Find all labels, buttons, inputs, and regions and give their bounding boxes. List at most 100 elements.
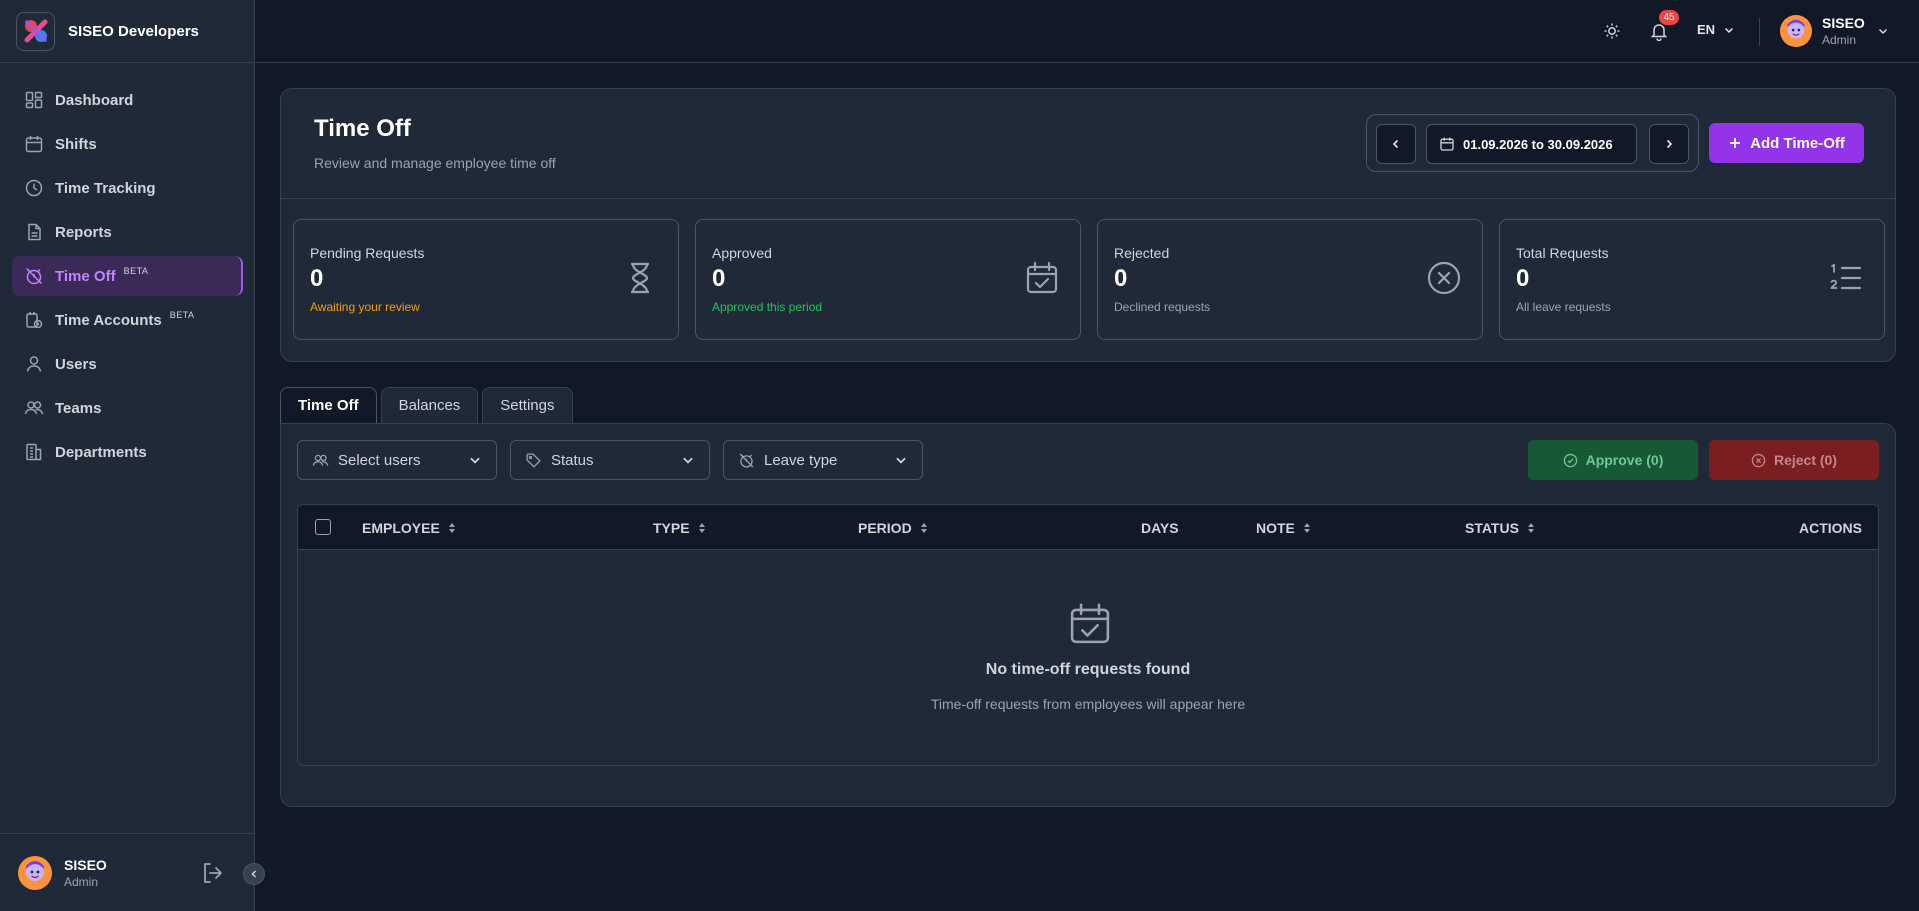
time-accounts-icon	[24, 310, 44, 330]
status-filter-dropdown[interactable]: Status	[510, 440, 710, 480]
approve-button[interactable]: Approve (0)	[1528, 440, 1698, 480]
date-range-label: 01.09.2026 to 30.09.2026	[1463, 136, 1613, 152]
chevron-down-icon	[1878, 28, 1887, 35]
dashboard-icon	[24, 90, 44, 110]
stat-label: Total Requests	[1516, 245, 1609, 261]
empty-state-subtitle: Time-off requests from employees will ap…	[930, 696, 1246, 712]
chevron-left-icon	[251, 870, 257, 878]
calendar-icon	[24, 134, 44, 154]
empty-state-title: No time-off requests found	[985, 661, 1191, 678]
sidebar-item-label: Departments	[55, 443, 147, 461]
time-off-icon	[24, 266, 44, 286]
column-label: PERIOD	[858, 520, 912, 536]
tab-time-off[interactable]: Time Off	[280, 387, 377, 423]
sidebar: SISEO Developers Dashboard Shifts Time T…	[0, 0, 265, 911]
reject-button[interactable]: Reject (0)	[1709, 440, 1879, 480]
chevron-down-icon	[1725, 27, 1734, 33]
beta-badge: BETA	[169, 310, 195, 320]
sort-icon	[1527, 523, 1534, 533]
sidebar-item-departments[interactable]: Departments	[12, 432, 243, 472]
sidebar-item-reports[interactable]: Reports	[12, 212, 243, 252]
select-all-checkbox[interactable]	[315, 519, 331, 535]
column-label: ACTIONS	[1799, 520, 1862, 536]
date-range-button[interactable]: 01.09.2026 to 30.09.2026	[1426, 124, 1637, 164]
chevron-right-icon	[1666, 139, 1673, 149]
sidebar-item-dashboard[interactable]: Dashboard	[12, 80, 243, 120]
clock-icon	[24, 178, 44, 198]
collapse-sidebar-button[interactable]	[243, 863, 265, 885]
divider	[1759, 18, 1760, 46]
sidebar-item-label: Shifts	[55, 135, 97, 153]
sidebar-item-label: Dashboard	[55, 91, 134, 109]
theme-toggle-icon[interactable]	[1602, 21, 1622, 41]
user-menu[interactable]: SISEO Admin	[1780, 15, 1889, 47]
leave-type-filter-dropdown[interactable]: Leave type	[723, 440, 923, 480]
brand[interactable]: SISEO Developers	[0, 0, 255, 63]
stat-value: 0	[310, 265, 324, 292]
language-selector[interactable]: EN	[1697, 22, 1735, 37]
logout-icon[interactable]	[200, 860, 226, 886]
chevron-down-icon	[896, 457, 906, 464]
column-employee[interactable]: EMPLOYEE	[362, 520, 456, 536]
sidebar-item-time-accounts[interactable]: Time Accounts BETA	[12, 300, 243, 340]
brand-logo	[16, 11, 55, 51]
users-filter-placeholder: Select users	[338, 451, 421, 469]
users-filter-dropdown[interactable]: Select users	[297, 440, 497, 480]
add-time-off-button[interactable]: Add Time-Off	[1709, 123, 1864, 163]
sidebar-item-teams[interactable]: Teams	[12, 388, 243, 428]
x-circle-icon	[1426, 260, 1462, 296]
sort-icon	[1303, 523, 1310, 533]
stat-value: 0	[1516, 265, 1530, 292]
stat-value: 0	[712, 265, 726, 292]
sort-icon	[698, 523, 705, 533]
notification-badge: 45	[1659, 10, 1679, 25]
chevron-down-icon	[470, 457, 480, 464]
hourglass-icon	[622, 260, 658, 296]
page-title: Time Off	[314, 115, 411, 142]
status-filter-placeholder: Status	[551, 451, 594, 469]
time-off-header-card: Time Off Review and manage employee time…	[280, 88, 1896, 362]
previous-period-button[interactable]	[1376, 124, 1416, 164]
sidebar-user-role: Admin	[64, 874, 99, 889]
check-circle-icon	[1563, 453, 1577, 467]
column-note[interactable]: NOTE	[1256, 520, 1311, 536]
chevron-down-icon	[683, 457, 693, 464]
avatar[interactable]	[18, 855, 52, 890]
time-off-table: EMPLOYEE TYPE PERIOD DAYS NOTE STATUS AC…	[297, 504, 1879, 766]
column-type[interactable]: TYPE	[653, 520, 706, 536]
sidebar-item-shifts[interactable]: Shifts	[12, 124, 243, 164]
user-name: SISEO	[1822, 15, 1865, 31]
stat-note: All leave requests	[1516, 300, 1611, 314]
sidebar-item-time-off[interactable]: Time Off BETA	[12, 256, 243, 296]
stat-label: Approved	[712, 245, 772, 261]
page-subtitle: Review and manage employee time off	[314, 155, 556, 171]
reject-label: Reject (0)	[1773, 452, 1838, 468]
column-status[interactable]: STATUS	[1465, 520, 1535, 536]
sort-icon	[920, 523, 927, 533]
top-bar: 45 EN SISEO Admin	[256, 0, 1919, 63]
users-icon	[24, 398, 44, 418]
calendar-check-icon	[1067, 601, 1113, 647]
user-role: Admin	[1822, 33, 1857, 47]
chevron-left-icon	[1392, 139, 1399, 149]
tab-balances[interactable]: Balances	[380, 387, 479, 423]
column-period[interactable]: PERIOD	[858, 520, 928, 536]
calendar-icon	[1440, 137, 1454, 151]
sidebar-item-time-tracking[interactable]: Time Tracking	[12, 168, 243, 208]
sidebar-item-label: Time Tracking	[55, 179, 156, 197]
header-top: Time Off Review and manage employee time…	[281, 89, 1895, 199]
column-label: STATUS	[1465, 520, 1519, 536]
leave-type-filter-placeholder: Leave type	[764, 451, 838, 469]
sidebar-item-users[interactable]: Users	[12, 344, 243, 384]
next-period-button[interactable]	[1649, 124, 1689, 164]
sidebar-nav: Dashboard Shifts Time Tracking Reports T…	[12, 80, 243, 476]
tab-settings[interactable]: Settings	[482, 387, 573, 423]
stat-note: Declined requests	[1114, 300, 1211, 314]
column-label: NOTE	[1256, 520, 1295, 536]
building-icon	[24, 442, 44, 462]
sidebar-item-label: Time Accounts	[55, 311, 162, 329]
users-icon	[312, 454, 329, 466]
beta-badge: BETA	[123, 266, 149, 276]
stat-note: Awaiting your review	[310, 300, 420, 314]
column-label: TYPE	[653, 520, 690, 536]
